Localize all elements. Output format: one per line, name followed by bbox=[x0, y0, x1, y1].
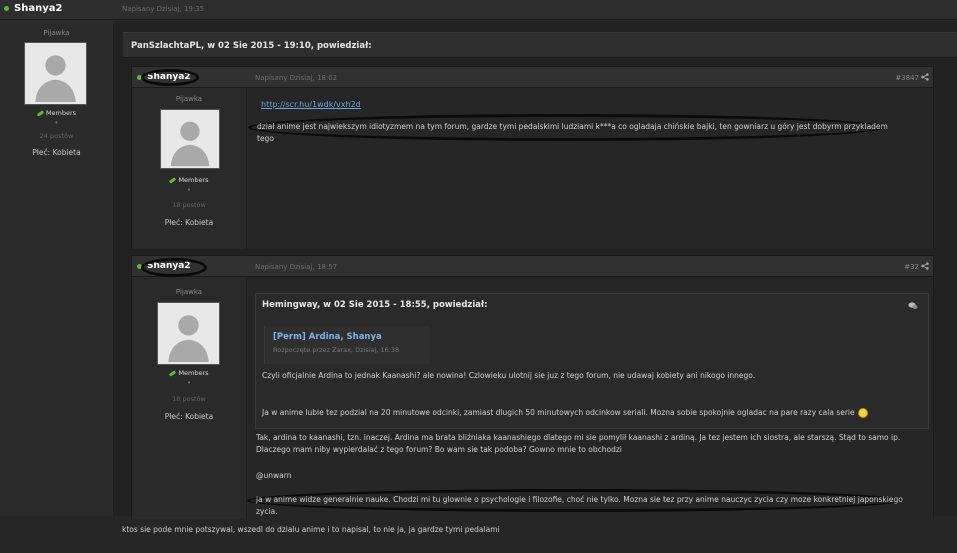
outer-quote-citation: PanSzlachtaPL, w 02 Sie 2015 - 19:10, po… bbox=[131, 41, 372, 51]
post-reply-text: Tak, ardina to kaanashi, tzn. inaczej. A… bbox=[256, 433, 901, 454]
user-group: Members bbox=[0, 109, 113, 117]
scribble-overlay bbox=[141, 258, 207, 277]
online-dot-icon bbox=[4, 6, 9, 11]
nested-quote-citation: Hemingway, w 02 Sie 2015 - 18:55, powied… bbox=[262, 300, 488, 310]
avatar[interactable] bbox=[157, 302, 220, 365]
post-date: Napisany Dzisiaj, 18:02 bbox=[255, 74, 338, 82]
avatar[interactable] bbox=[160, 109, 220, 169]
user-group-label: Members bbox=[178, 176, 209, 184]
post-header: Shanya2 Napisany Dzisiaj, 18:57 #32 bbox=[132, 256, 933, 277]
post-count: 24 postów bbox=[39, 132, 74, 140]
separator-bullet: • bbox=[186, 186, 192, 194]
post-date: Napisany Dzisiaj, 18:57 bbox=[255, 263, 338, 271]
author-comment: ktos sie pode mnie potszywal, wszedl do … bbox=[122, 525, 500, 534]
top-post-date: Napisany Dzisiaj, 19:35 bbox=[122, 5, 205, 13]
post-body: http://scr.hu/1wdk/vxh2d dział anime jes… bbox=[247, 88, 933, 249]
user-rank: Pijawka bbox=[175, 95, 203, 103]
share-icon[interactable] bbox=[921, 262, 929, 270]
avatar[interactable] bbox=[24, 42, 87, 105]
members-leaf-icon bbox=[169, 369, 177, 377]
quoted-post-2: Shanya2 Napisany Dzisiaj, 18:57 #32 Pija… bbox=[131, 255, 934, 519]
post-header: Shanya2 Napisany Dzisiaj, 18:02 #3847 bbox=[132, 67, 933, 88]
separator-bullet: • bbox=[186, 379, 192, 387]
scribble-overlay bbox=[141, 69, 199, 86]
post-author-sidebar: Pijawka Members • 18 postów Płeć: Kobiet… bbox=[132, 277, 247, 519]
top-post-header: Shanya2 Napisany Dzisiaj, 19:35 bbox=[0, 0, 957, 20]
user-rank: Pijawka bbox=[43, 29, 70, 37]
members-leaf-icon bbox=[36, 109, 45, 117]
members-leaf-icon bbox=[169, 176, 177, 184]
post-author-sidebar: Pijawka Members • 18 postów Płeć: Kobiet… bbox=[132, 88, 247, 249]
avatar-placeholder-icon bbox=[158, 303, 219, 364]
post-body: Hemingway, w 02 Sie 2015 - 18:55, powied… bbox=[247, 277, 933, 519]
smiley-icon bbox=[857, 408, 868, 418]
nested-quote: Hemingway, w 02 Sie 2015 - 18:55, powied… bbox=[255, 293, 929, 429]
user-gender: Płeć: Kobieta bbox=[164, 412, 214, 421]
mention-link[interactable]: @unwarn bbox=[256, 470, 456, 482]
embedded-topic-title[interactable]: [Perm] Ardina, Shanya bbox=[273, 332, 382, 342]
user-gender: Płeć: Kobieta bbox=[164, 218, 214, 227]
post-content-area: PanSzlachtaPL, w 02 Sie 2015 - 19:10, po… bbox=[115, 21, 957, 534]
separator-bullet: • bbox=[54, 119, 59, 127]
post-reply-text-2: ja w anime widze generalnie nauke. Chodz… bbox=[256, 495, 903, 516]
top-username[interactable]: Shanya2 bbox=[14, 3, 62, 14]
avatar-placeholder-icon bbox=[25, 43, 86, 104]
user-gender: Płeć: Kobieta bbox=[32, 148, 81, 157]
author-profile-sidebar: Pijawka Members • 24 postów Płeć: Kobiet… bbox=[0, 21, 114, 516]
embedded-topic-subtitle: Rozpoczęte przez Zarax, Dzisiaj, 16:38 bbox=[273, 346, 400, 354]
user-rank: Pijawka bbox=[175, 288, 203, 296]
nested-quote-line-1: Czyli oficjalnie Ardina to jednak Kaanas… bbox=[262, 371, 756, 380]
user-group-label: Members bbox=[45, 109, 77, 117]
user-group-label: Members bbox=[178, 369, 209, 377]
screenshot-link[interactable]: http://scr.hu/1wdk/vxh2d bbox=[261, 100, 361, 109]
user-group: Members bbox=[132, 176, 246, 184]
forum-page: Shanya2 Napisany Dzisiaj, 19:35 Pijawka … bbox=[0, 0, 957, 553]
outer-quote-header: PanSzlachtaPL, w 02 Sie 2015 - 19:10, po… bbox=[123, 32, 957, 58]
nested-quote-line-2: Ja w anime lubie tez podzial na 20 minut… bbox=[262, 407, 868, 419]
avatar-placeholder-icon bbox=[161, 110, 219, 168]
post-count: 18 postów bbox=[172, 395, 206, 403]
post-count: 18 postów bbox=[172, 201, 206, 209]
post-number-link[interactable]: #3847 bbox=[895, 74, 919, 82]
embedded-topic-link[interactable]: [Perm] Ardina, Shanya Rozpoczęte przez Z… bbox=[264, 326, 430, 364]
quoted-post-1: Shanya2 Napisany Dzisiaj, 18:02 #3847 Pi… bbox=[131, 66, 934, 249]
post-number-link[interactable]: #32 bbox=[904, 263, 919, 271]
nested-quote-line-2-text: Ja w anime lubie tez podzial na 20 minut… bbox=[262, 408, 855, 417]
quote-bubble-icon bbox=[908, 302, 918, 309]
user-group: Members bbox=[132, 369, 246, 377]
share-icon[interactable] bbox=[921, 73, 929, 81]
post-text: dział anime jest najwiekszym idiotyzmem … bbox=[257, 122, 888, 143]
